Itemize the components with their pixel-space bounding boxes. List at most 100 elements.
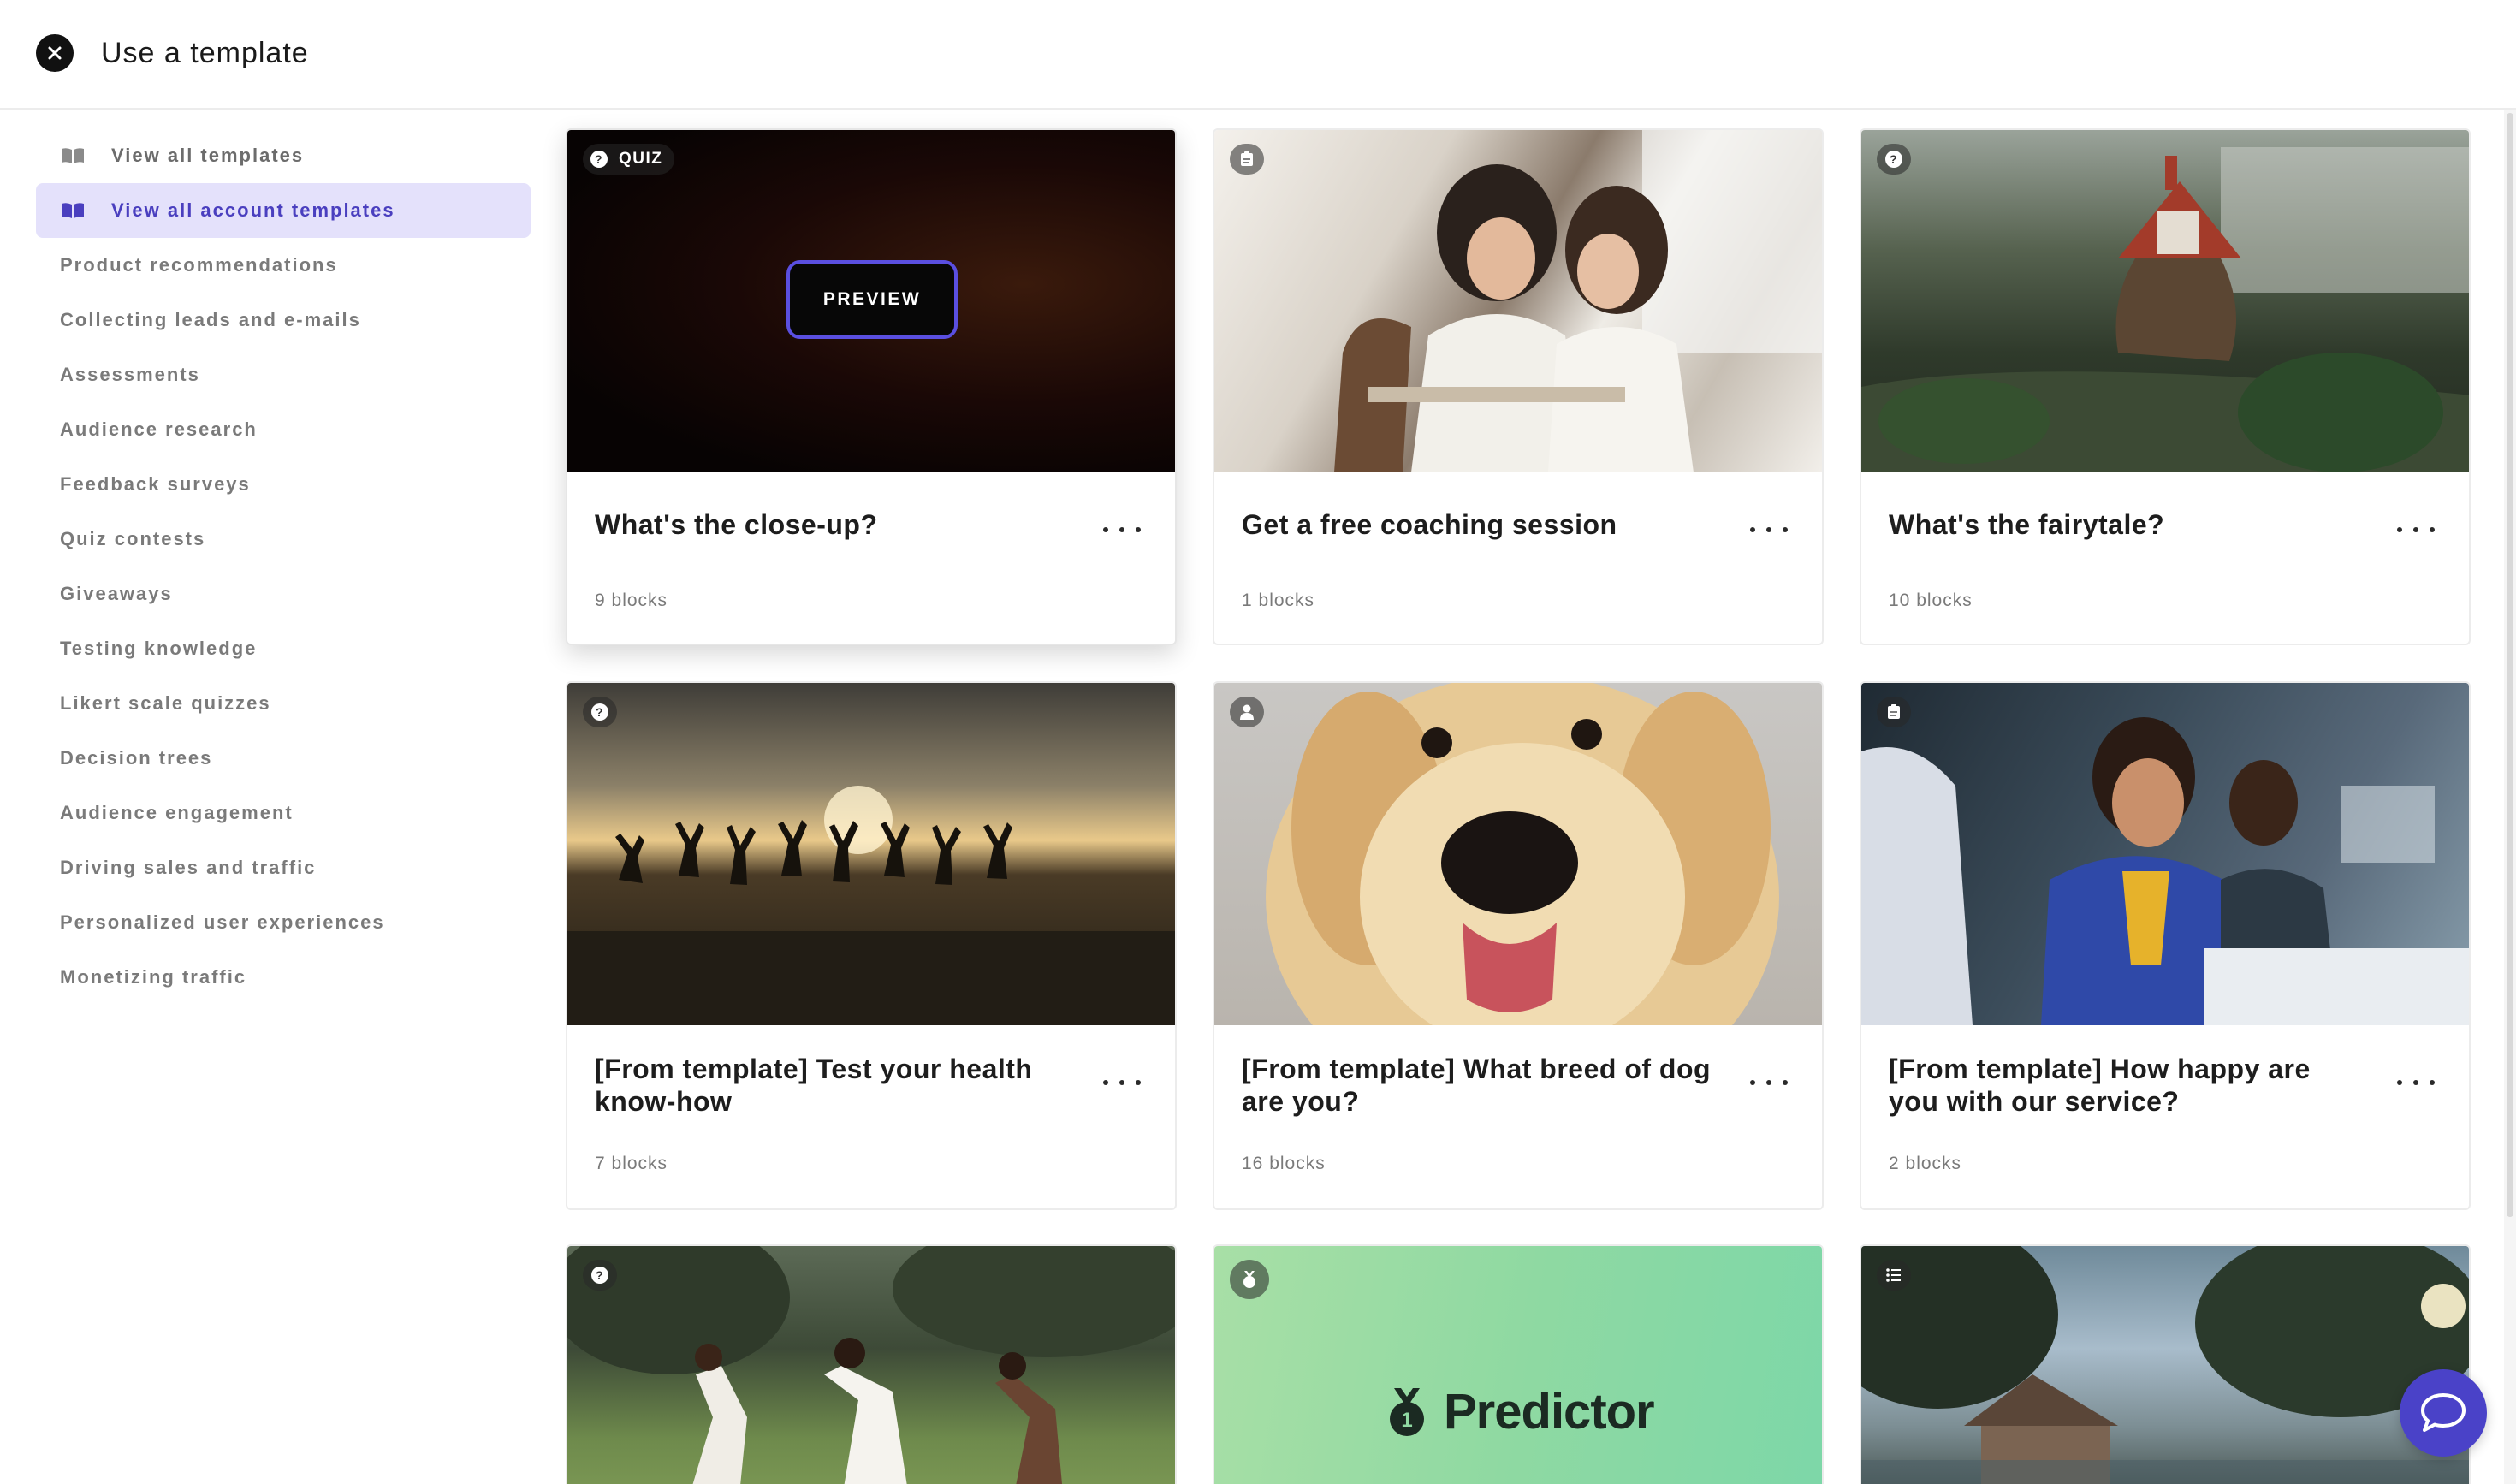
- more-options-button[interactable]: [1750, 1070, 1788, 1095]
- template-card[interactable]: 1 Predictor: [1213, 1244, 1824, 1484]
- sidebar-item-label: Collecting leads and e-mails: [60, 309, 361, 330]
- close-icon: [48, 46, 62, 60]
- template-card[interactable]: [1860, 1244, 2471, 1484]
- sidebar-item-label: View all templates: [111, 145, 305, 166]
- form-icon: [1241, 151, 1253, 166]
- chat-button[interactable]: [2400, 1369, 2487, 1457]
- template-card[interactable]: ? What's the fairytale? 10 blocks: [1860, 128, 2471, 645]
- sidebar-item-label: Personalized user experiences: [60, 911, 385, 933]
- sidebar-item-label: Driving sales and traffic: [60, 857, 317, 878]
- sidebar-item-label: View all account templates: [111, 199, 395, 221]
- sidebar-item-testing-knowledge[interactable]: Testing knowledge: [36, 621, 531, 676]
- header: Use a template: [0, 0, 2516, 110]
- card-image: [1214, 130, 1822, 472]
- sidebar-item-personalized-experiences[interactable]: Personalized user experiences: [36, 895, 531, 950]
- template-card[interactable]: [From template] What breed of dog are yo…: [1213, 681, 1824, 1210]
- sidebar-item-likert-scale-quizzes[interactable]: Likert scale quizzes: [36, 676, 531, 731]
- sidebar-item-audience-engagement[interactable]: Audience engagement: [36, 786, 531, 840]
- scrollbar-thumb[interactable]: [2507, 113, 2513, 1217]
- photo-illustration: [567, 1246, 1175, 1484]
- question-icon: ?: [1885, 151, 1902, 168]
- sidebar-item-label: Decision trees: [60, 747, 213, 769]
- predictor-logo-text: Predictor: [1444, 1384, 1655, 1439]
- sidebar-item-label: Audience research: [60, 418, 258, 440]
- card-title: Get a free coaching session: [1242, 509, 1617, 540]
- card-title: [From template] Test your health know-ho…: [595, 1054, 1033, 1117]
- photo-illustration: [1861, 717, 2469, 1025]
- card-image: [1214, 683, 1822, 1025]
- photo-illustration: [1266, 683, 1779, 1025]
- sidebar-item-view-all-account-templates[interactable]: View all account templates: [36, 183, 531, 238]
- question-icon: ?: [591, 703, 608, 721]
- close-button[interactable]: [36, 34, 74, 72]
- svg-text:?: ?: [596, 1268, 604, 1282]
- sidebar-item-product-recommendations[interactable]: Product recommendations: [36, 238, 531, 293]
- card-title: [From template] What breed of dog are yo…: [1242, 1054, 1712, 1117]
- card-title: [From template] How happy are you with o…: [1889, 1054, 2311, 1117]
- sidebar-item-assessments[interactable]: Assessments: [36, 347, 531, 402]
- photo-illustration: [1861, 147, 2469, 472]
- sidebar-item-label: Monetizing traffic: [60, 966, 247, 988]
- more-options-button[interactable]: [1103, 517, 1141, 543]
- sidebar-item-label: Likert scale quizzes: [60, 692, 271, 714]
- card-title: What's the fairytale?: [1889, 509, 2165, 540]
- sidebar-item-label: Feedback surveys: [60, 473, 251, 495]
- sidebar-item-monetizing-traffic[interactable]: Monetizing traffic: [36, 950, 531, 1005]
- sidebar: View all templates View all account temp…: [36, 128, 531, 1005]
- card-title: What's the close-up?: [595, 509, 878, 540]
- type-badge: [1230, 144, 1264, 175]
- svg-text:?: ?: [1890, 152, 1898, 166]
- sidebar-item-decision-trees[interactable]: Decision trees: [36, 731, 531, 786]
- card-block-count: 7 blocks: [595, 1154, 668, 1173]
- question-icon: ?: [590, 151, 608, 168]
- sidebar-item-driving-sales[interactable]: Driving sales and traffic: [36, 840, 531, 895]
- more-options-button[interactable]: [2397, 517, 2435, 543]
- more-options-button[interactable]: [1103, 1070, 1141, 1095]
- sidebar-item-label: Product recommendations: [60, 254, 338, 276]
- template-card[interactable]: [From template] How happy are you with o…: [1860, 681, 2471, 1210]
- type-badge: ?: [583, 697, 617, 727]
- book-icon: [60, 146, 86, 165]
- template-card[interactable]: ? QUIZ PREVIEW What's the close-up? 9 bl…: [566, 128, 1177, 645]
- svg-text:1: 1: [1401, 1409, 1412, 1432]
- sidebar-item-view-all-templates[interactable]: View all templates: [36, 128, 531, 183]
- page-title: Use a template: [101, 37, 309, 69]
- photo-illustration: [567, 786, 1175, 1025]
- form-icon: [1888, 704, 1900, 719]
- sidebar-item-quiz-contests[interactable]: Quiz contests: [36, 512, 531, 567]
- card-image: ?: [1861, 130, 2469, 472]
- more-options-button[interactable]: [1750, 517, 1788, 543]
- person-icon: [1240, 704, 1254, 720]
- list-icon: [1886, 1268, 1901, 1282]
- card-block-count: 16 blocks: [1242, 1154, 1326, 1173]
- sidebar-item-collecting-leads[interactable]: Collecting leads and e-mails: [36, 293, 531, 347]
- type-badge: [1877, 1260, 1911, 1291]
- sidebar-item-audience-research[interactable]: Audience research: [36, 402, 531, 457]
- photo-illustration: [1861, 1246, 2469, 1484]
- preview-button[interactable]: PREVIEW: [786, 260, 958, 339]
- sidebar-item-feedback-surveys[interactable]: Feedback surveys: [36, 457, 531, 512]
- chat-icon: [2421, 1393, 2466, 1432]
- more-options-button[interactable]: [2397, 1070, 2435, 1095]
- sidebar-item-giveaways[interactable]: Giveaways: [36, 567, 531, 621]
- card-block-count: 9 blocks: [595, 591, 668, 610]
- card-image: ? QUIZ PREVIEW: [567, 130, 1175, 472]
- template-card[interactable]: Get a free coaching session 1 blocks: [1213, 128, 1824, 645]
- sidebar-item-label: Giveaways: [60, 583, 173, 604]
- type-badge: ?: [1877, 144, 1911, 175]
- template-card[interactable]: ? [From template] Test your health know-…: [566, 681, 1177, 1210]
- template-card[interactable]: ?: [566, 1244, 1177, 1484]
- medal-icon: 1: [1390, 1387, 1424, 1436]
- card-image: [1861, 1246, 2469, 1484]
- card-image: [1861, 683, 2469, 1025]
- type-badge: [1230, 1260, 1269, 1299]
- svg-text:?: ?: [595, 152, 603, 166]
- card-block-count: 10 blocks: [1889, 591, 1973, 610]
- card-image: ?: [567, 683, 1175, 1025]
- question-icon: ?: [591, 1267, 608, 1284]
- sidebar-item-label: Assessments: [60, 364, 200, 385]
- predictor-logo: 1 Predictor: [1386, 1383, 1655, 1440]
- sidebar-item-label: Quiz contests: [60, 528, 206, 549]
- medal-icon: [1243, 1271, 1255, 1288]
- type-badge: ? QUIZ: [583, 144, 675, 175]
